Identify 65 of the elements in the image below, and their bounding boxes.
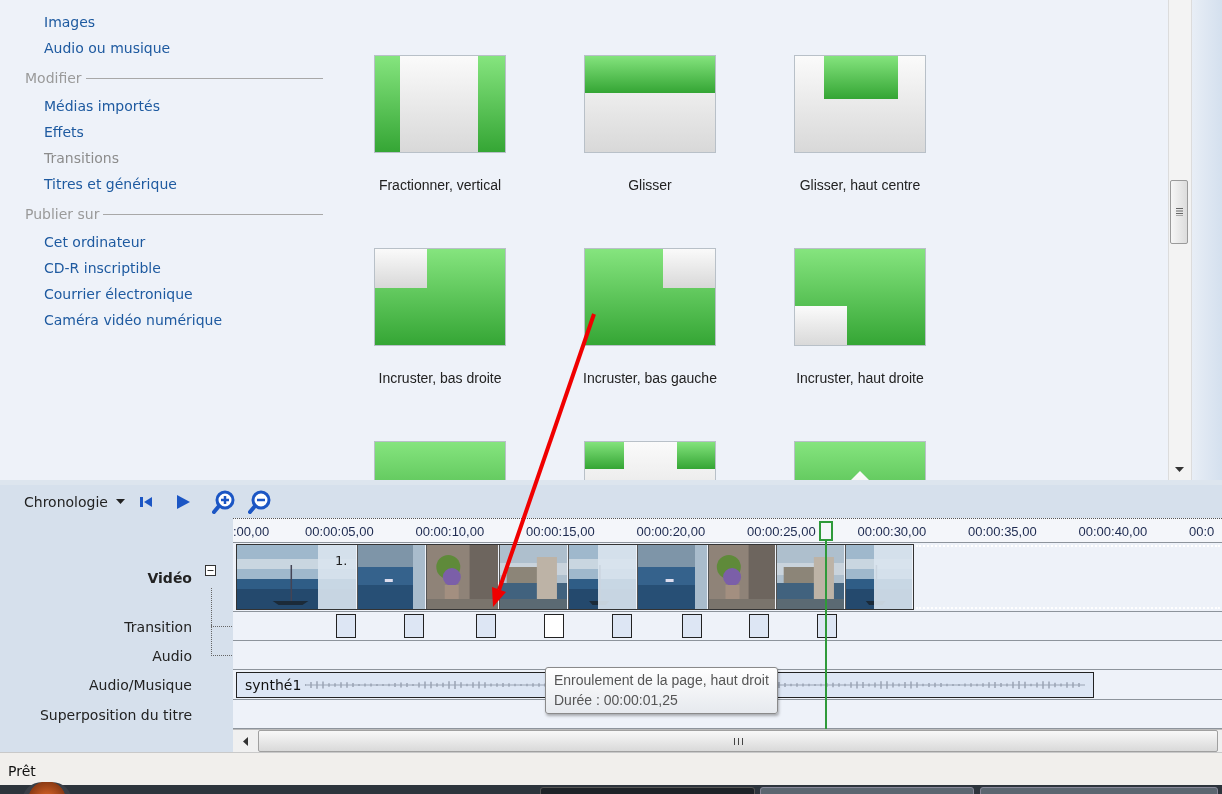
time-label: 00:00:40,00 [1078,524,1148,539]
down-arrow-icon[interactable] [1175,467,1184,472]
transition-marker[interactable] [336,614,356,638]
time-label: 00:00:25,00 [747,524,816,539]
transition-label: Fractionner, vertical [378,177,502,193]
task-link[interactable]: Médias importés [0,95,335,121]
zoom-in-icon[interactable] [211,489,236,514]
task-link[interactable]: Caméra vidéo numérique [0,309,335,335]
transition-preview[interactable] [374,248,506,346]
transition-preview[interactable] [794,248,926,346]
playhead-handle[interactable] [819,521,833,541]
transition-preview[interactable] [374,55,506,153]
transition-label: Glisser [628,177,672,193]
time-label: :00,00 [233,524,270,539]
caret-icon [115,499,125,504]
skip-back-icon[interactable] [139,495,152,508]
play-icon[interactable] [175,494,190,509]
transition-preview[interactable] [794,55,926,153]
clip-label: synthé1 [245,676,302,693]
tooltip-title: Enroulement de la page, haut droit [554,671,769,689]
task-link[interactable]: Titres et générique [0,173,335,199]
transition-marker[interactable] [612,614,632,638]
scrollbar[interactable] [1168,0,1192,480]
scrollbar-thumb[interactable] [1170,180,1188,244]
time-label: 00:00:15,00 [526,524,595,539]
task-link[interactable]: Courrier électronique [0,283,335,309]
time-ruler[interactable]: :00,00 00:00:05,00 00:00:10,00 00:00:15,00 00:00:20,00 00:00:25,00 00:00:30,00 00:00:35,00 00:00:40,00 00:0 [233,518,1222,543]
track-label: Transition [124,618,192,635]
transition-marker[interactable] [544,614,564,638]
task-link[interactable]: CD-R inscriptible [0,257,335,283]
transition-label: Incruster, bas droite [378,370,502,386]
transition-marker[interactable] [404,614,424,638]
transition-label: Glisser, haut centre [799,177,921,193]
section-heading: Modifier [25,70,82,86]
status-text: Prêt [8,763,36,779]
track-label: Superposition du titre [39,706,192,723]
track-label: Audio/Musique [88,677,192,693]
zoom-out-icon[interactable] [247,489,272,514]
track-label: Audio [152,647,192,664]
time-label: 00:00:35,00 [968,524,1037,539]
time-label: 00:0 [1189,524,1215,539]
collapse-icon[interactable] [205,565,216,576]
transition-marker[interactable] [476,614,496,638]
transition-preview[interactable] [584,248,716,346]
section-heading: Publier sur [25,206,100,222]
transition-label: Incruster, haut droite [796,370,924,386]
task-link[interactable]: Audio ou musique [0,37,335,63]
clip-caption: 1. [335,553,348,568]
transition-preview[interactable] [584,55,716,153]
transition-marker[interactable] [682,614,702,638]
transition-label: Incruster, bas gauche [583,370,717,386]
grip-icon [733,737,743,745]
transition-marker[interactable] [817,614,837,638]
time-label: 00:00:30,00 [857,524,927,539]
time-label: 00:00:20,00 [636,524,706,539]
left-arrow-icon[interactable] [243,736,248,746]
grip-icon [1175,208,1183,216]
time-label: 00:00:10,00 [415,524,485,539]
transition-marker[interactable] [749,614,769,638]
view-menu[interactable]: Chronologie [24,493,125,510]
time-label: 00:00:05,00 [305,524,374,539]
task-link[interactable]: Images [0,11,335,37]
task-link[interactable]: Effets [0,121,335,147]
track-label: Vidéo [147,569,192,586]
task-link[interactable]: Cet ordinateur [0,231,335,257]
